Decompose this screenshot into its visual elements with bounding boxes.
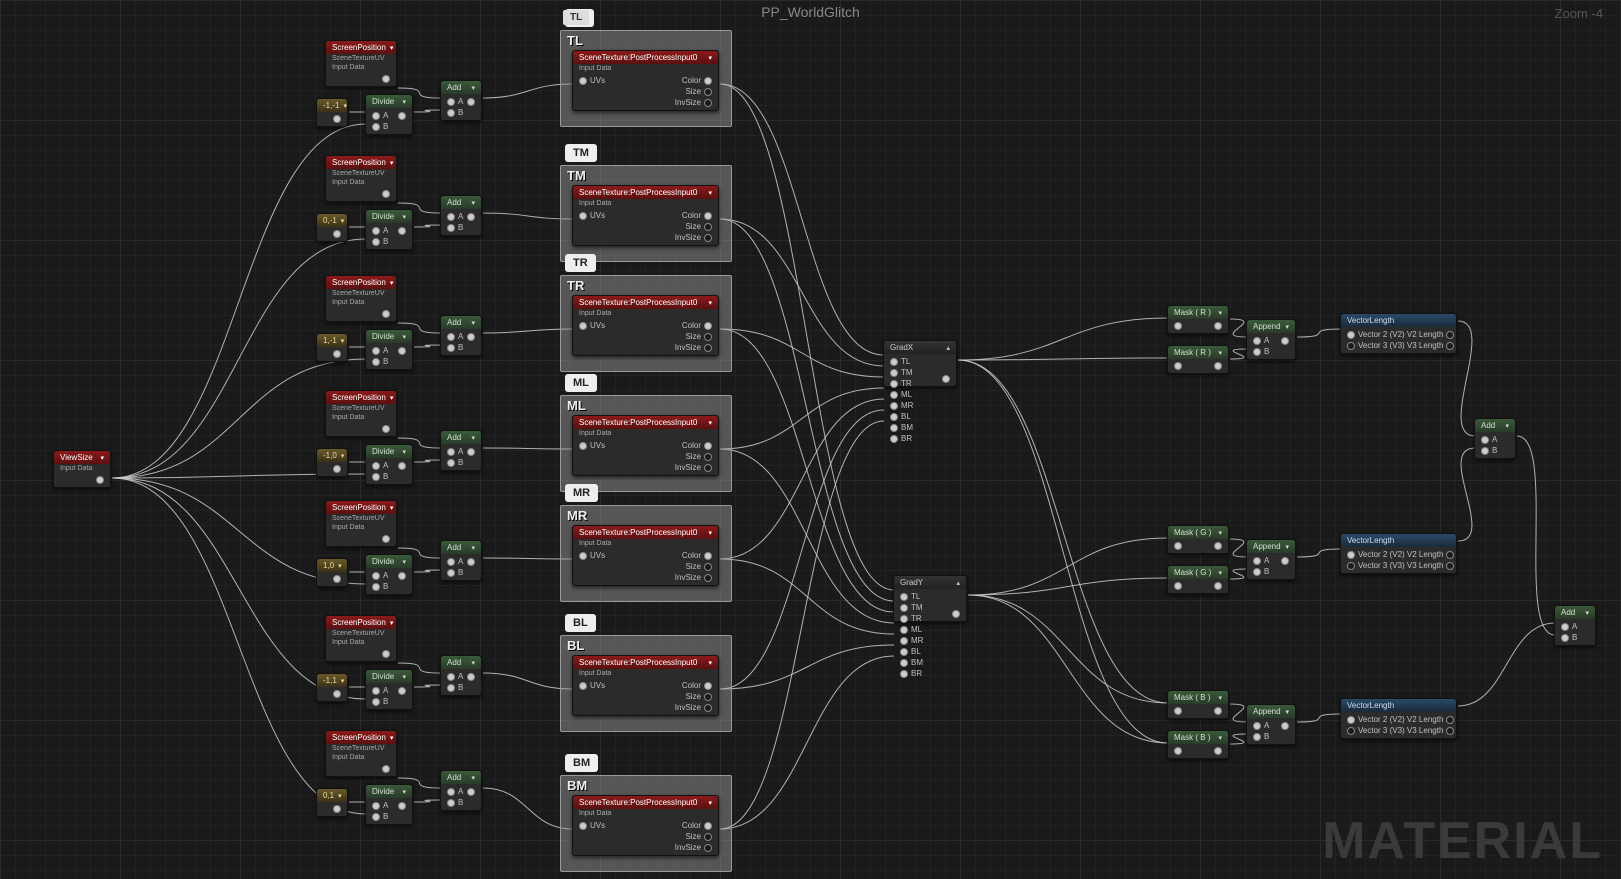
node-scenetexture-TR[interactable]: SceneTexture:PostProcessInput0▾Input Dat…	[572, 295, 719, 356]
node-mask-2-b[interactable]: Mask ( B )▾	[1167, 730, 1229, 759]
node-viewsize[interactable]: ViewSize▾ Input Data	[53, 450, 111, 488]
node-screenposition-MR[interactable]: ScreenPosition▾SceneTextureUVInput Data	[325, 500, 397, 547]
node-scenetexture-ML[interactable]: SceneTexture:PostProcessInput0▾Input Dat…	[572, 415, 719, 476]
node-mask-0-b[interactable]: Mask ( R )▾	[1167, 345, 1229, 374]
node-screenposition-TR[interactable]: ScreenPosition▾SceneTextureUVInput Data	[325, 275, 397, 322]
node-add-ML[interactable]: Add▾AB	[440, 430, 482, 471]
node-mask-0-a[interactable]: Mask ( R )▾	[1167, 305, 1229, 334]
node-append-1[interactable]: Append▾AB	[1246, 539, 1296, 580]
node-divide-TM[interactable]: Divide▾AB	[365, 209, 413, 250]
node-screenposition-BM[interactable]: ScreenPosition▾SceneTextureUVInput Data	[325, 730, 397, 777]
node-add-TM[interactable]: Add▾AB	[440, 195, 482, 236]
node-const-ML[interactable]: -1,0▾	[316, 448, 348, 477]
node-divide-BM[interactable]: Divide▾AB	[365, 784, 413, 825]
node-const-BM[interactable]: 0,1▾	[316, 788, 348, 817]
node-add-TR[interactable]: Add▾AB	[440, 315, 482, 356]
node-scenetexture-TL[interactable]: SceneTexture:PostProcessInput0▾Input Dat…	[572, 50, 719, 111]
comment-tab-top: TL	[563, 10, 589, 25]
node-divide-MR[interactable]: Divide▾AB	[365, 554, 413, 595]
node-screenposition-ML[interactable]: ScreenPosition▾SceneTextureUVInput Data	[325, 390, 397, 437]
node-const-TL[interactable]: -1,-1▾	[316, 98, 348, 127]
node-screenposition-BL[interactable]: ScreenPosition▾SceneTextureUVInput Data	[325, 615, 397, 662]
node-vectorlength-0[interactable]: VectorLengthVector 2 (V2) V2 LengthVecto…	[1340, 313, 1457, 354]
node-scenetexture-MR[interactable]: SceneTexture:PostProcessInput0▾Input Dat…	[572, 525, 719, 586]
node-divide-ML[interactable]: Divide▾AB	[365, 444, 413, 485]
node-mask-1-b[interactable]: Mask ( G )▾	[1167, 565, 1229, 594]
node-mask-2-a[interactable]: Mask ( B )▾	[1167, 690, 1229, 719]
material-title: PP_WorldGlitch	[761, 4, 860, 20]
node-append-0[interactable]: Append▾AB	[1246, 319, 1296, 360]
node-add-final-2[interactable]: Add▾ AB	[1554, 605, 1596, 646]
node-grady[interactable]: GradY▴ TLTMTRMLMRBLBMBR	[893, 575, 967, 622]
node-scenetexture-BM[interactable]: SceneTexture:PostProcessInput0▾Input Dat…	[572, 795, 719, 856]
node-divide-TR[interactable]: Divide▾AB	[365, 329, 413, 370]
node-mask-1-a[interactable]: Mask ( G )▾	[1167, 525, 1229, 554]
node-scenetexture-TM[interactable]: SceneTexture:PostProcessInput0▾Input Dat…	[572, 185, 719, 246]
node-const-TR[interactable]: 1,-1▾	[316, 333, 348, 362]
node-add-BM[interactable]: Add▾AB	[440, 770, 482, 811]
node-scenetexture-BL[interactable]: SceneTexture:PostProcessInput0▾Input Dat…	[572, 655, 719, 716]
node-screenposition-TM[interactable]: ScreenPosition▾SceneTextureUVInput Data	[325, 155, 397, 202]
node-const-MR[interactable]: 1,0▾	[316, 558, 348, 587]
node-divide-BL[interactable]: Divide▾AB	[365, 669, 413, 710]
node-append-2[interactable]: Append▾AB	[1246, 704, 1296, 745]
watermark: MATERIAL	[1322, 811, 1603, 871]
graph-canvas[interactable]	[0, 0, 1621, 879]
node-const-TM[interactable]: 0,-1▾	[316, 213, 348, 242]
node-divide-TL[interactable]: Divide▾AB	[365, 94, 413, 135]
node-gradx[interactable]: GradX▴ TLTMTRMLMRBLBMBR	[883, 340, 957, 387]
node-screenposition-TL[interactable]: ScreenPosition▾SceneTextureUVInput Data	[325, 40, 397, 87]
node-add-TL[interactable]: Add▾AB	[440, 80, 482, 121]
node-vectorlength-2[interactable]: VectorLengthVector 2 (V2) V2 LengthVecto…	[1340, 698, 1457, 739]
node-add-BL[interactable]: Add▾AB	[440, 655, 482, 696]
zoom-label: Zoom -4	[1555, 6, 1603, 21]
node-vectorlength-1[interactable]: VectorLengthVector 2 (V2) V2 LengthVecto…	[1340, 533, 1457, 574]
node-const-BL[interactable]: -1,1▾	[316, 673, 348, 702]
node-add-final-1[interactable]: Add▾ AB	[1474, 418, 1516, 459]
node-add-MR[interactable]: Add▾AB	[440, 540, 482, 581]
